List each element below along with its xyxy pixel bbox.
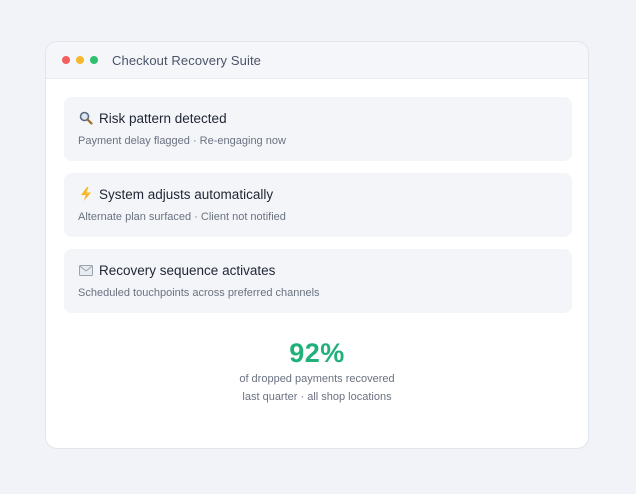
lightning-icon xyxy=(78,186,94,202)
step-card-adjust: System adjusts automatically Alternate p… xyxy=(64,173,572,237)
step-title: Risk pattern detected xyxy=(99,110,227,126)
close-window-button[interactable] xyxy=(62,56,70,64)
minimize-window-button[interactable] xyxy=(76,56,84,64)
window-title: Checkout Recovery Suite xyxy=(112,52,261,68)
app-window: Checkout Recovery Suite Risk pattern det… xyxy=(45,41,589,449)
step-subtitle: Payment delay flagged · Re-engaging now xyxy=(78,135,286,147)
title-bar: Checkout Recovery Suite xyxy=(46,42,588,79)
maximize-window-button[interactable] xyxy=(90,56,98,64)
magnifier-icon xyxy=(78,110,94,126)
step-card-risk: Risk pattern detected Payment delay flag… xyxy=(64,97,572,161)
step-title: Recovery sequence activates xyxy=(99,262,276,278)
recovery-stat: 92% of dropped payments recovered last q… xyxy=(46,338,588,403)
envelope-icon xyxy=(78,262,94,278)
stat-scope: last quarter · all shop locations xyxy=(242,391,392,403)
step-title: System adjusts automatically xyxy=(99,186,274,202)
stat-caption: of dropped payments recovered xyxy=(239,373,395,385)
step-card-sequence: Recovery sequence activates Scheduled to… xyxy=(64,249,572,313)
step-subtitle: Alternate plan surfaced · Client not not… xyxy=(78,211,286,223)
step-subtitle: Scheduled touchpoints across preferred c… xyxy=(78,287,320,299)
stat-value: 92% xyxy=(289,338,345,368)
